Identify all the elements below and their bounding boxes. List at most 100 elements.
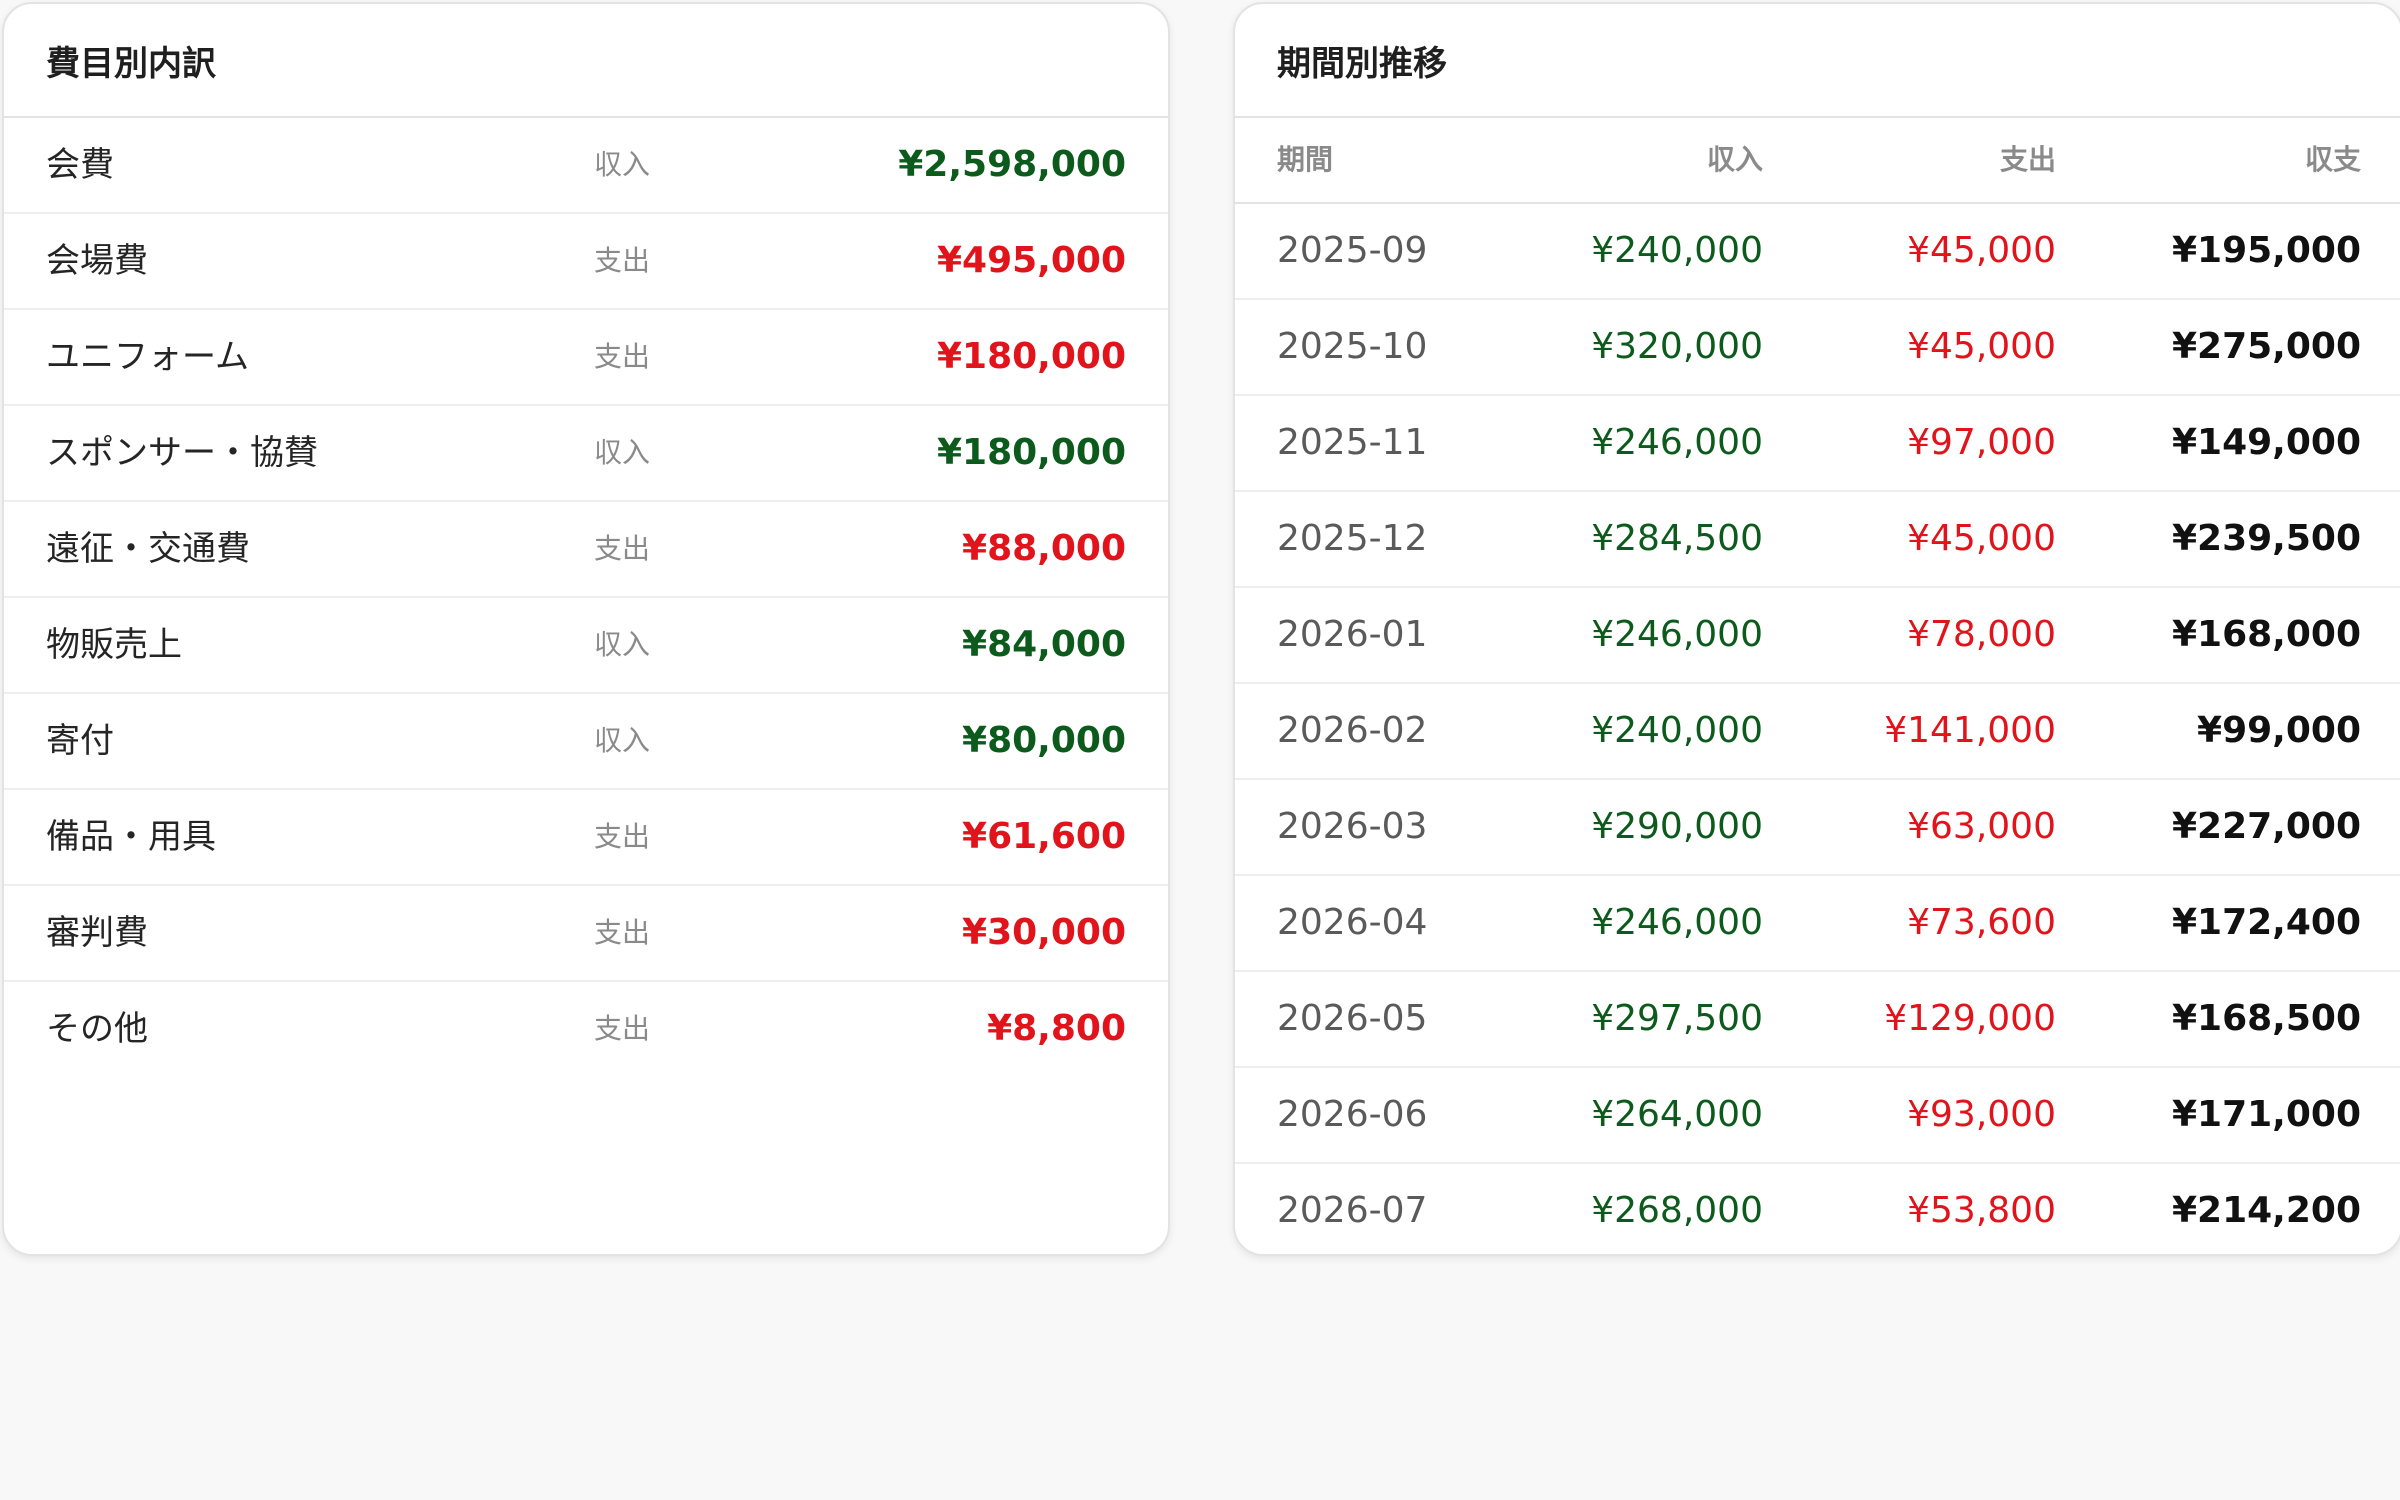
period-cell: 2026-03 (1277, 806, 1428, 847)
expense-cell: ¥45,000 (1907, 326, 2056, 367)
expense-cell: ¥53,800 (1907, 1190, 2056, 1231)
item-type: 支出 (594, 340, 651, 373)
breakdown-list: 会費 収入 ¥2,598,000 会場費 支出 ¥495,000 ユニフォーム 支出 ¥18… (4, 118, 1168, 1078)
period-cell: 2026-02 (1277, 710, 1428, 751)
table-row: 2026-06 ¥264,000 ¥93,000 ¥171,000 (1235, 1068, 2400, 1164)
income-cell: ¥246,000 (1591, 902, 1763, 943)
period-cell: 2025-12 (1277, 518, 1428, 559)
income-cell: ¥240,000 (1591, 230, 1763, 271)
income-cell: ¥320,000 (1591, 326, 1763, 367)
breakdown-row: ユニフォーム 支出 ¥180,000 (4, 310, 1168, 406)
period-cell: 2026-04 (1277, 902, 1428, 943)
balance-cell: ¥149,000 (2171, 422, 2361, 463)
breakdown-row: 備品・用具 支出 ¥61,600 (4, 790, 1168, 886)
item-label: その他 (46, 1009, 148, 1049)
breakdown-row: 審判費 支出 ¥30,000 (4, 886, 1168, 982)
balance-cell: ¥227,000 (2171, 806, 2361, 847)
income-cell: ¥246,000 (1591, 422, 1763, 463)
expense-cell: ¥97,000 (1907, 422, 2056, 463)
period-cell: 2026-05 (1277, 998, 1428, 1039)
table-row: 2025-11 ¥246,000 ¥97,000 ¥149,000 (1235, 396, 2400, 492)
table-row: 2026-04 ¥246,000 ¥73,600 ¥172,400 (1235, 876, 2400, 972)
income-cell: ¥268,000 (1591, 1190, 1763, 1231)
expense-cell: ¥45,000 (1907, 518, 2056, 559)
period-cell: 2026-06 (1277, 1094, 1428, 1135)
item-label: 備品・用具 (46, 817, 216, 857)
breakdown-card: 費目別内訳 会費 収入 ¥2,598,000 会場費 支出 ¥495,000 ユニフォー… (2, 2, 1170, 1256)
item-type: 収入 (594, 148, 651, 181)
balance-cell: ¥99,000 (2197, 710, 2361, 751)
expense-cell: ¥141,000 (1884, 710, 2056, 751)
table-row: 2026-05 ¥297,500 ¥129,000 ¥168,500 (1235, 972, 2400, 1068)
item-amount: ¥495,000 (936, 240, 1126, 281)
expense-cell: ¥78,000 (1907, 614, 2056, 655)
item-amount: ¥180,000 (936, 432, 1126, 473)
balance-cell: ¥214,200 (2171, 1190, 2361, 1231)
income-cell: ¥264,000 (1591, 1094, 1763, 1135)
breakdown-row: その他 支出 ¥8,800 (4, 982, 1168, 1078)
period-cell: 2025-11 (1277, 422, 1428, 463)
item-type: 収入 (594, 724, 651, 757)
item-label: 審判費 (46, 913, 148, 953)
item-type: 支出 (594, 244, 651, 277)
item-type: 支出 (594, 916, 651, 949)
item-amount: ¥84,000 (962, 624, 1126, 665)
balance-cell: ¥172,400 (2171, 902, 2361, 943)
item-label: 物販売上 (46, 625, 182, 665)
item-type: 支出 (594, 532, 651, 565)
expense-cell: ¥73,600 (1907, 902, 2056, 943)
breakdown-row: 会場費 支出 ¥495,000 (4, 214, 1168, 310)
item-amount: ¥80,000 (962, 720, 1126, 761)
balance-cell: ¥275,000 (2171, 326, 2361, 367)
header-income: 収入 (1706, 143, 1763, 176)
breakdown-row: スポンサー・協賛 収入 ¥180,000 (4, 406, 1168, 502)
breakdown-title: 費目別内訳 (4, 4, 1168, 118)
expense-cell: ¥129,000 (1884, 998, 2056, 1039)
expense-cell: ¥45,000 (1907, 230, 2056, 271)
item-label: 会場費 (46, 241, 148, 281)
table-row: 2026-03 ¥290,000 ¥63,000 ¥227,000 (1235, 780, 2400, 876)
header-balance: 収支 (2304, 143, 2361, 176)
trend-card: 期間別推移 期間 収入 支出 収支 2025-09 ¥240,000 ¥45,000… (1233, 2, 2400, 1256)
header-period: 期間 (1277, 143, 1334, 176)
expense-cell: ¥63,000 (1907, 806, 2056, 847)
table-row: 2026-02 ¥240,000 ¥141,000 ¥99,000 (1235, 684, 2400, 780)
header-expense: 支出 (1999, 143, 2056, 176)
item-amount: ¥61,600 (962, 816, 1126, 857)
period-cell: 2025-09 (1277, 230, 1428, 271)
item-amount: ¥88,000 (962, 528, 1126, 569)
item-type: 収入 (594, 436, 651, 469)
trend-table-header: 期間 収入 支出 収支 (1235, 118, 2400, 204)
table-row: 2026-07 ¥268,000 ¥53,800 ¥214,200 (1235, 1164, 2400, 1254)
item-amount: ¥2,598,000 (898, 144, 1126, 185)
breakdown-row: 遠征・交通費 支出 ¥88,000 (4, 502, 1168, 598)
item-label: 寄付 (46, 721, 114, 761)
item-label: 会費 (46, 145, 114, 185)
period-cell: 2025-10 (1277, 326, 1428, 367)
income-cell: ¥240,000 (1591, 710, 1763, 751)
breakdown-row: 寄付 収入 ¥80,000 (4, 694, 1168, 790)
breakdown-row: 物販売上 収入 ¥84,000 (4, 598, 1168, 694)
expense-cell: ¥93,000 (1907, 1094, 2056, 1135)
breakdown-row: 会費 収入 ¥2,598,000 (4, 118, 1168, 214)
period-cell: 2026-07 (1277, 1190, 1428, 1231)
balance-cell: ¥171,000 (2171, 1094, 2361, 1135)
income-cell: ¥297,500 (1591, 998, 1763, 1039)
item-label: スポンサー・協賛 (46, 433, 318, 473)
income-cell: ¥246,000 (1591, 614, 1763, 655)
table-row: 2026-01 ¥246,000 ¥78,000 ¥168,000 (1235, 588, 2400, 684)
item-type: 収入 (594, 628, 651, 661)
income-cell: ¥290,000 (1591, 806, 1763, 847)
balance-cell: ¥168,000 (2171, 614, 2361, 655)
table-row: 2025-10 ¥320,000 ¥45,000 ¥275,000 (1235, 300, 2400, 396)
item-amount: ¥30,000 (962, 912, 1126, 953)
item-amount: ¥180,000 (936, 336, 1126, 377)
item-amount: ¥8,800 (987, 1008, 1126, 1049)
period-cell: 2026-01 (1277, 614, 1428, 655)
balance-cell: ¥195,000 (2171, 230, 2361, 271)
balance-cell: ¥168,500 (2171, 998, 2361, 1039)
item-label: 遠征・交通費 (46, 529, 250, 569)
item-label: ユニフォーム (46, 337, 249, 377)
table-row: 2025-09 ¥240,000 ¥45,000 ¥195,000 (1235, 204, 2400, 300)
trend-title: 期間別推移 (1235, 4, 2400, 118)
